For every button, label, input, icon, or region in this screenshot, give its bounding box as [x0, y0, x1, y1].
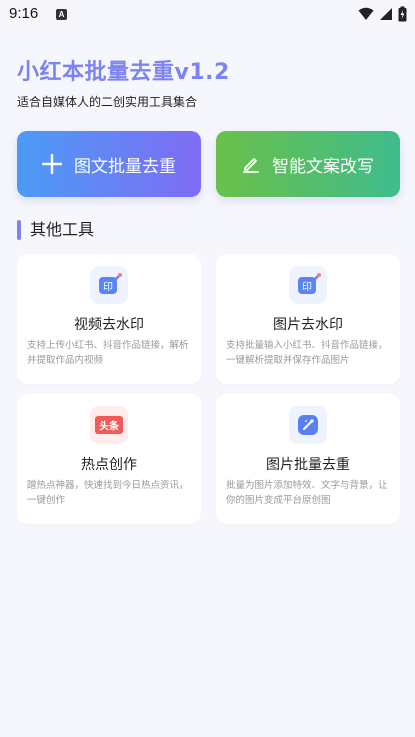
- tool-description: 支持上传小红书、抖音作品链接，解析并提取作品内视频: [27, 340, 189, 366]
- tool-title: 图片批量去重: [266, 457, 350, 473]
- section-accent-bar: [17, 220, 21, 240]
- tool-title: 视频去水印: [74, 317, 144, 333]
- toutiao-badge: 头条: [99, 420, 120, 433]
- tool-description: 支持批量输入小红书、抖音作品链接，一键解析提取并保存作品图片: [226, 340, 388, 366]
- tool-title: 图片去水印: [273, 317, 343, 333]
- stamp-icon: 印: [90, 266, 128, 304]
- tool-card-hot-topics[interactable]: 头条 热点创作 蹭热点神器，快速找到今日热点资讯，一键创作: [17, 394, 201, 524]
- tool-description: 蹭热点神器，快速找到今日热点资讯，一键创作: [27, 480, 189, 506]
- tool-description: 批量为图片添加特效、文字与背景，让你的图片变成平台原创图: [226, 480, 388, 506]
- tool-title: 热点创作: [81, 457, 137, 473]
- stamp-icon: 印: [289, 266, 327, 304]
- batch-dedupe-label: 图文批量去重: [74, 156, 176, 177]
- stamp-badge: 印: [103, 281, 113, 293]
- tool-card-image-dedupe[interactable]: 图片批量去重 批量为图片添加特效、文字与背景，让你的图片变成平台原创图: [216, 394, 400, 524]
- plus-icon: [42, 154, 62, 174]
- status-time: 9:16: [9, 5, 39, 22]
- tool-card-image-watermark[interactable]: 印 图片去水印 支持批量输入小红书、抖音作品链接，一键解析提取并保存作品图片: [216, 254, 400, 384]
- toutiao-icon: 头条: [90, 406, 128, 444]
- smart-copy-label: 智能文案改写: [272, 156, 374, 177]
- section-title: 其他工具: [30, 220, 95, 239]
- stamp-badge: 印: [302, 281, 312, 293]
- edit-icon: [243, 158, 259, 173]
- app-subtitle: 适合自媒体人的二创实用工具集合: [17, 95, 198, 109]
- signal-icon: [380, 8, 392, 20]
- smart-copy-button[interactable]: 智能文案改写: [216, 131, 400, 197]
- notification-icon: A: [56, 9, 67, 20]
- app-title: 小红本批量去重v1.2: [17, 60, 230, 85]
- status-bar: 9:16 A: [0, 0, 415, 30]
- battery-icon: [398, 6, 407, 22]
- tool-card-video-watermark[interactable]: 印 视频去水印 支持上传小红书、抖音作品链接，解析并提取作品内视频: [17, 254, 201, 384]
- magic-wand-icon: [289, 406, 327, 444]
- batch-dedupe-button[interactable]: 图文批量去重: [17, 131, 201, 197]
- wifi-icon: [358, 7, 374, 20]
- status-icons: [358, 5, 407, 23]
